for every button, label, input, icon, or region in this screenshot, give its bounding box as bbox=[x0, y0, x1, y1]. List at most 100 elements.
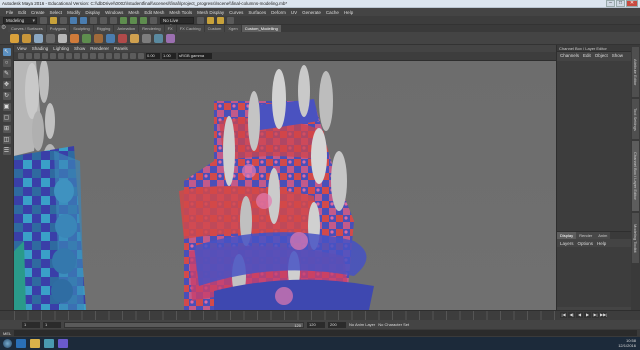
bookmark-icon[interactable] bbox=[34, 53, 40, 59]
anti-aliasing-icon[interactable] bbox=[122, 53, 128, 59]
menu-uv[interactable]: UV bbox=[291, 10, 297, 15]
panel-menu-panels[interactable]: Panels bbox=[114, 46, 128, 51]
snap-view-plane-icon[interactable] bbox=[150, 16, 157, 24]
play-forwards-button[interactable]: ▶ bbox=[584, 312, 591, 318]
lasso-tool-icon[interactable]: ○ bbox=[2, 59, 11, 67]
channel-menu-object[interactable]: Object bbox=[595, 53, 608, 58]
menu-file[interactable]: File bbox=[6, 10, 13, 15]
render-settings-icon[interactable] bbox=[227, 16, 234, 24]
colorspace-dropdown[interactable]: sRGB gamma bbox=[178, 53, 212, 59]
shelf-tool-icon[interactable] bbox=[82, 33, 91, 43]
side-tab-tool-settings[interactable]: Tool Settings bbox=[632, 99, 639, 139]
shelf-gear-icon[interactable]: ⚙ bbox=[1, 25, 7, 32]
layer-menu-options[interactable]: Options bbox=[578, 241, 594, 246]
shelf-tab-animation[interactable]: Animation bbox=[114, 25, 139, 32]
ipr-render-icon[interactable] bbox=[217, 16, 224, 24]
go-to-start-button[interactable]: |◀ bbox=[560, 312, 567, 318]
shelf-tool-icon[interactable] bbox=[70, 33, 79, 43]
select-object-icon[interactable] bbox=[100, 16, 107, 24]
menu-curves[interactable]: Curves bbox=[229, 10, 243, 15]
command-input[interactable] bbox=[14, 330, 637, 336]
shelf-tab-curves-surfaces[interactable]: Curves / Surfaces bbox=[8, 25, 46, 32]
layer-tab-render[interactable]: Render bbox=[576, 232, 596, 239]
viewport[interactable] bbox=[14, 61, 556, 310]
shelf-tool-icon[interactable] bbox=[94, 33, 103, 43]
menu-help[interactable]: Help bbox=[344, 10, 353, 15]
side-by-side-layout-icon[interactable]: ◫ bbox=[2, 136, 11, 144]
menu-edit[interactable]: Edit bbox=[18, 10, 26, 15]
shelf-tab-custom-modelling[interactable]: Custom_Modelling bbox=[241, 25, 281, 32]
anim-layer-label[interactable]: No Anim Layer bbox=[349, 322, 375, 327]
shelf-tool-icon[interactable] bbox=[46, 33, 55, 43]
snap-curve-icon[interactable] bbox=[130, 16, 137, 24]
four-view-layout-icon[interactable]: ⊞ bbox=[2, 125, 11, 133]
redo-icon[interactable] bbox=[80, 16, 87, 24]
panel-menu-view[interactable]: View bbox=[17, 46, 27, 51]
shelf-tab-rendering[interactable]: Rendering bbox=[139, 25, 164, 32]
menu-surfaces[interactable]: Surfaces bbox=[248, 10, 266, 15]
shelf-tab-fx[interactable]: FX bbox=[164, 25, 176, 32]
shelf-tab-custom[interactable]: Custom bbox=[204, 25, 225, 32]
shelf-tool-icon[interactable] bbox=[106, 33, 115, 43]
shelf-tab-sculpting[interactable]: Sculpting bbox=[70, 25, 93, 32]
channel-menu-channels[interactable]: Channels bbox=[560, 53, 579, 58]
shelf-tool-icon[interactable] bbox=[166, 33, 175, 43]
textured-icon[interactable] bbox=[90, 53, 96, 59]
undo-icon[interactable] bbox=[70, 16, 77, 24]
play-backwards-button[interactable]: ◀ bbox=[576, 312, 583, 318]
menu-windows[interactable]: Windows bbox=[105, 10, 123, 15]
new-scene-icon[interactable] bbox=[40, 16, 47, 24]
time-slider[interactable] bbox=[0, 310, 640, 321]
side-tab-attribute-editor[interactable]: Attribute Editor bbox=[632, 47, 639, 97]
camera-select-icon[interactable] bbox=[18, 53, 24, 59]
maximize-button[interactable]: □ bbox=[616, 0, 625, 7]
layer-tab-anim[interactable]: Anim bbox=[595, 232, 611, 239]
menu-create[interactable]: Create bbox=[31, 10, 45, 15]
layer-menu-help[interactable]: Help bbox=[597, 241, 606, 246]
layer-menu-layers[interactable]: Layers bbox=[560, 241, 574, 246]
single-perspective-layout-icon[interactable]: ▢ bbox=[2, 114, 11, 122]
snap-point-icon[interactable] bbox=[140, 16, 147, 24]
mel-label[interactable]: MEL bbox=[3, 331, 11, 336]
menu-deform[interactable]: Deform bbox=[271, 10, 286, 15]
image-plane-icon[interactable] bbox=[42, 53, 48, 59]
scale-tool-icon[interactable]: ▣ bbox=[2, 103, 11, 111]
character-set-label[interactable]: No Character Set bbox=[378, 322, 409, 327]
select-component-icon[interactable] bbox=[110, 16, 117, 24]
playback-start-field[interactable]: 1 bbox=[43, 321, 61, 328]
layer-tab-display[interactable]: Display bbox=[557, 232, 577, 239]
shelf-tool-icon[interactable] bbox=[118, 33, 127, 43]
isolate-select-icon[interactable] bbox=[130, 53, 136, 59]
step-back-key-button[interactable]: ◀| bbox=[568, 312, 575, 318]
smooth-shade-icon[interactable] bbox=[82, 53, 88, 59]
panel-menu-show[interactable]: Show bbox=[74, 46, 85, 51]
shelf-tool-icon[interactable] bbox=[58, 33, 67, 43]
shelf-tab-polygons[interactable]: Polygons bbox=[46, 25, 70, 32]
shelf-tab-rigging[interactable]: Rigging bbox=[93, 25, 114, 32]
app-icon[interactable] bbox=[58, 339, 68, 348]
snap-grid-icon[interactable] bbox=[120, 16, 127, 24]
wireframe-icon[interactable] bbox=[74, 53, 80, 59]
layer-list[interactable] bbox=[557, 247, 631, 307]
grid-icon[interactable] bbox=[50, 53, 56, 59]
menu-modify[interactable]: Modify bbox=[67, 10, 80, 15]
side-tab-modeling-toolkit[interactable]: Modeling Toolkit bbox=[632, 213, 639, 263]
range-slider[interactable]: 120 bbox=[64, 321, 304, 328]
menu-mesh[interactable]: Mesh bbox=[128, 10, 139, 15]
minimize-button[interactable]: – bbox=[606, 0, 615, 7]
channel-menu-show[interactable]: Show bbox=[612, 53, 623, 58]
menu-mesh-tools[interactable]: Mesh Tools bbox=[169, 10, 192, 15]
open-scene-icon[interactable] bbox=[50, 16, 57, 24]
start-button-icon[interactable] bbox=[3, 339, 12, 348]
shelf-tool-icon[interactable] bbox=[34, 33, 43, 43]
go-to-end-button[interactable]: ▶▶| bbox=[600, 312, 607, 318]
lights-icon[interactable] bbox=[98, 53, 104, 59]
gamma-field[interactable]: 1.00 bbox=[162, 53, 176, 59]
menu-generate[interactable]: Generate bbox=[302, 10, 321, 15]
construction-history-icon[interactable] bbox=[197, 16, 204, 24]
menu-set-dropdown[interactable]: Modeling bbox=[3, 16, 37, 24]
exposure-field[interactable]: 0.00 bbox=[146, 53, 160, 59]
save-scene-icon[interactable] bbox=[60, 16, 67, 24]
menu-select[interactable]: Select bbox=[50, 10, 63, 15]
shelf-tool-icon[interactable] bbox=[154, 33, 163, 43]
